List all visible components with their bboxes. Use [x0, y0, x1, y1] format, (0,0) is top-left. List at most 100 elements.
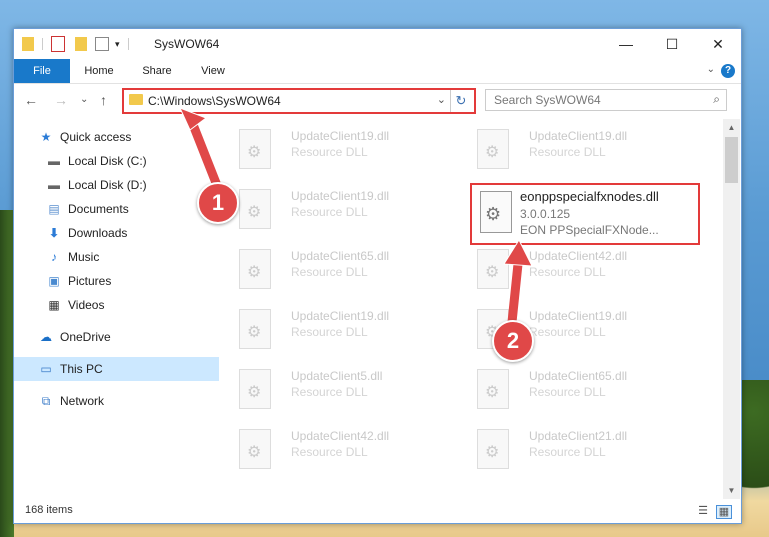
file-item[interactable]: UpdateClient65.dll Resource DLL: [467, 363, 697, 415]
file-type: Resource DLL: [291, 265, 368, 279]
search-icon[interactable]: ⌕: [713, 92, 720, 107]
step-2-badge: 2: [492, 320, 534, 362]
title-bar: ▾ SysWOW64 — ☐ ✕: [14, 29, 741, 59]
sidebar-item-pictures[interactable]: ▣ Pictures 📌: [14, 269, 240, 293]
pictures-icon: ▣: [48, 274, 60, 288]
window-title: SysWOW64: [154, 37, 220, 51]
back-button[interactable]: ←: [24, 92, 38, 108]
dll-file-icon: [477, 429, 509, 469]
drive-icon: ▬: [48, 154, 60, 168]
file-item[interactable]: UpdateClient5.dll Resource DLL: [229, 363, 459, 415]
quick-access-toolbar: ▾: [22, 36, 137, 52]
refresh-button[interactable]: ↻: [450, 90, 471, 112]
collapse-ribbon-icon[interactable]: ⌄: [707, 64, 715, 75]
address-bar[interactable]: C:\Windows\SysWOW64 ⌄ ↻: [122, 88, 476, 114]
sidebar-item-onedrive[interactable]: ☁ OneDrive: [14, 325, 232, 349]
vertical-scrollbar[interactable]: ▲ ▼: [723, 119, 740, 499]
file-item[interactable]: UpdateClient19.dll Resource DLL: [229, 183, 459, 235]
file-description: EON PPSpecialFXNode...: [520, 223, 659, 237]
large-icons-view-icon[interactable]: ▦: [716, 505, 732, 519]
view-options-icon[interactable]: [95, 37, 109, 51]
file-name: UpdateClient19.dll: [529, 309, 628, 323]
file-item[interactable]: UpdateClient19.dll Resource DLL: [229, 303, 459, 355]
ribbon-tabs: File Home Share View ⌄ ?: [14, 59, 741, 84]
customize-toolbar-icon[interactable]: ▾: [115, 39, 120, 50]
file-item[interactable]: UpdateClient21.dll Resource DLL: [467, 423, 697, 475]
dll-file-icon: [239, 249, 271, 289]
tab-home[interactable]: Home: [76, 59, 122, 83]
properties-icon[interactable]: [51, 36, 65, 52]
file-name: UpdateClient19.dll: [291, 129, 390, 143]
sidebar-item-label: Local Disk (D:): [68, 178, 147, 192]
new-folder-icon[interactable]: [75, 37, 87, 51]
minimize-button[interactable]: —: [603, 29, 649, 59]
separator: [127, 38, 129, 50]
recent-locations-button[interactable]: ⌄: [80, 94, 88, 105]
sidebar-item-label: Quick access: [60, 130, 132, 144]
navigation-pane: ★ Quick access ▬ Local Disk (C:) 📌 ▬ Loc…: [14, 119, 236, 499]
search-placeholder: Search SysWOW64: [494, 93, 601, 107]
file-type: Resource DLL: [529, 445, 606, 459]
sidebar-item-label: Music: [68, 250, 100, 264]
star-icon: ★: [40, 130, 52, 144]
dll-file-icon: [239, 369, 271, 409]
computer-icon: ▭: [40, 362, 52, 376]
scroll-thumb[interactable]: [725, 137, 738, 183]
sidebar-item-label: Documents: [68, 202, 129, 216]
file-type: Resource DLL: [529, 265, 606, 279]
scroll-down-icon[interactable]: ▼: [723, 482, 740, 499]
file-name: UpdateClient65.dll: [291, 249, 390, 263]
tab-file[interactable]: File: [14, 59, 70, 83]
file-item[interactable]: UpdateClient19.dll Resource DLL: [467, 123, 697, 175]
videos-icon: ▦: [48, 298, 60, 312]
sidebar-item-this-pc[interactable]: ▭ This PC: [14, 357, 232, 381]
file-type: Resource DLL: [291, 205, 368, 219]
folder-icon[interactable]: [22, 37, 34, 51]
search-box[interactable]: Search SysWOW64 ⌕: [485, 89, 727, 111]
file-item[interactable]: UpdateClient65.dll Resource DLL: [229, 243, 459, 295]
sidebar-item-label: Network: [60, 394, 105, 408]
address-path[interactable]: C:\Windows\SysWOW64: [148, 94, 281, 108]
sidebar-item-music[interactable]: ♪ Music 📌: [14, 245, 240, 269]
downloads-icon: ⬇: [48, 226, 60, 240]
file-version: 3.0.0.125: [520, 207, 571, 221]
sidebar-item-quick-access[interactable]: ★ Quick access: [14, 125, 232, 149]
sidebar-item-downloads[interactable]: ⬇ Downloads 📌: [14, 221, 240, 245]
sidebar-item-videos[interactable]: ▦ Videos 📌: [14, 293, 240, 317]
file-type: Resource DLL: [291, 145, 368, 159]
file-type: Resource DLL: [291, 325, 368, 339]
forward-button[interactable]: →: [54, 92, 68, 108]
address-dropdown-icon[interactable]: ⌄: [437, 93, 446, 106]
separator: [42, 38, 43, 50]
sidebar-item-label: Downloads: [68, 226, 128, 240]
item-count: 168 items: [25, 504, 73, 516]
status-bar: 168 items ☰ ▦: [14, 501, 741, 523]
file-name: UpdateClient42.dll: [291, 429, 390, 443]
file-list: UpdateClient19.dll Resource DLL UpdateCl…: [219, 119, 723, 499]
documents-icon: ▤: [48, 202, 60, 216]
up-button[interactable]: ↑: [100, 92, 107, 108]
file-item[interactable]: UpdateClient42.dll Resource DLL: [229, 423, 459, 475]
details-view-icon[interactable]: ☰: [696, 505, 710, 517]
sidebar-item-network[interactable]: ⧉ Network: [14, 389, 232, 413]
close-button[interactable]: ✕: [695, 29, 741, 59]
dll-file-icon: [239, 309, 271, 349]
sidebar-item-label: Videos: [68, 298, 105, 312]
sidebar-item-label: This PC: [60, 362, 103, 376]
file-item[interactable]: UpdateClient19.dll Resource DLL: [229, 123, 459, 175]
sidebar-item-local-disk-c[interactable]: ▬ Local Disk (C:) 📌: [14, 149, 240, 173]
file-item[interactable]: UpdateClient42.dll Resource DLL: [467, 243, 697, 295]
tab-share[interactable]: Share: [134, 59, 180, 83]
sidebar-item-label: Pictures: [68, 274, 112, 288]
help-icon[interactable]: ?: [721, 64, 735, 78]
maximize-button[interactable]: ☐: [649, 29, 695, 59]
highlighted-file-item[interactable]: eonppspecialfxnodes.dll 3.0.0.125 EON PP…: [470, 183, 700, 245]
desktop-palm-right: [739, 380, 769, 537]
scroll-up-icon[interactable]: ▲: [723, 119, 740, 136]
file-name: UpdateClient5.dll: [291, 369, 383, 383]
tab-view[interactable]: View: [190, 59, 236, 83]
file-explorer-window: ▾ SysWOW64 — ☐ ✕ File Home Share View ⌄ …: [13, 28, 742, 524]
step-1-badge: 1: [197, 182, 239, 224]
dll-file-icon: [477, 129, 509, 169]
file-type: Resource DLL: [529, 385, 606, 399]
